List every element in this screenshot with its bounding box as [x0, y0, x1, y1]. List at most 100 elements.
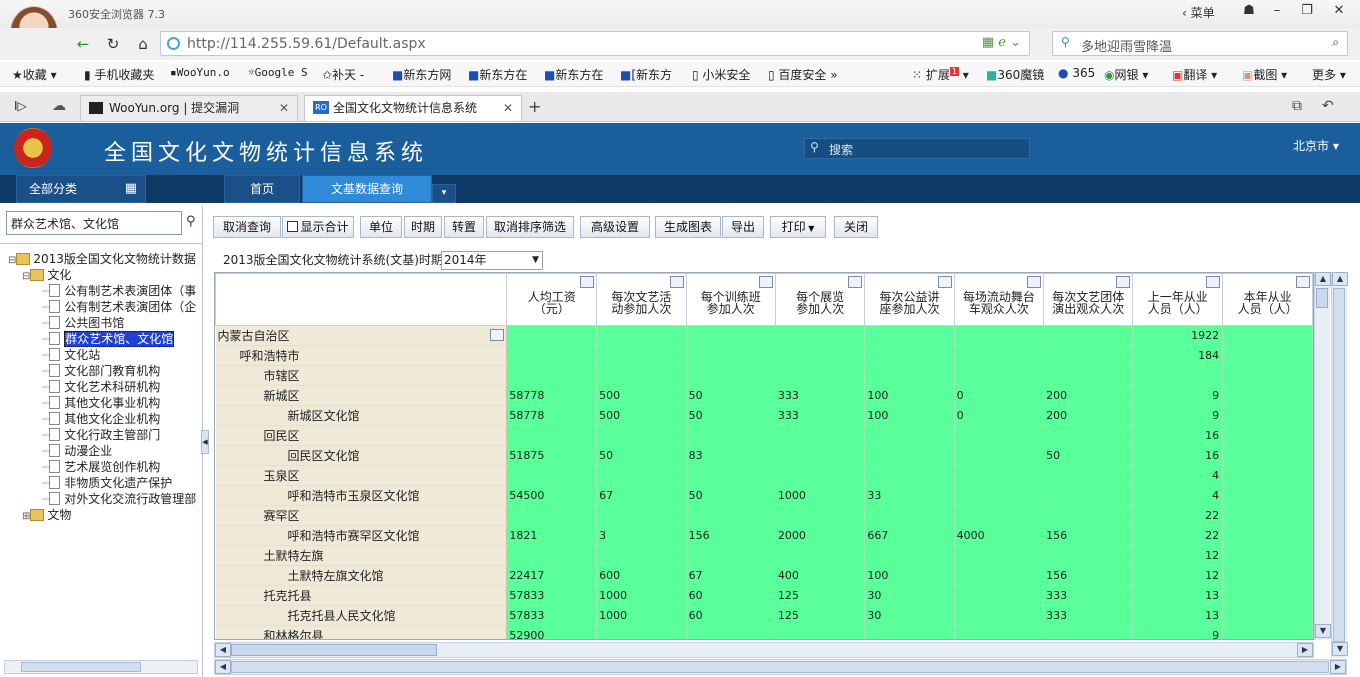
column-filter-icon[interactable]: [758, 276, 773, 288]
cancel-sort-filter-button[interactable]: 取消排序筛选: [486, 216, 574, 238]
column-filter-icon[interactable]: [848, 276, 863, 288]
table-row[interactable]: 新城区 58778 500 50 333 100 0 200 9: [215, 385, 1313, 406]
column-filter-icon[interactable]: [1116, 276, 1131, 288]
sidebar-toggle-icon[interactable]: I▷: [14, 99, 27, 113]
all-categories-button[interactable]: 全部分类 ▦: [16, 175, 146, 203]
screenshot-tool[interactable]: ▣截图 ▾: [1242, 66, 1287, 83]
period-button[interactable]: 时期: [404, 216, 442, 238]
column-header[interactable]: 每次公益讲 座参加人次: [864, 273, 955, 326]
tab-wooyun[interactable]: WooYun.org | 提交漏洞 ✕: [80, 95, 298, 121]
column-filter-icon[interactable]: [1027, 276, 1042, 288]
close-tab-icon[interactable]: ✕: [503, 96, 513, 120]
nav-home[interactable]: 首页: [224, 175, 300, 203]
search-icon[interactable]: ⌕: [1332, 35, 1339, 50]
tree-leaf-node[interactable]: ┄ 对外文化交流行政管理部: [42, 490, 203, 507]
bookmark-xdf-4[interactable]: ■[新东方: [620, 66, 672, 83]
tree-leaf-node[interactable]: ┄ 其他文化企业机构: [42, 410, 203, 427]
column-filter-icon[interactable]: [1296, 276, 1310, 288]
home-icon[interactable]: ⌂: [130, 32, 156, 56]
table-row[interactable]: 呼和浩特市 184: [215, 345, 1313, 366]
compat-mode-icon[interactable]: ▦ ℯ ⌄: [982, 35, 1021, 50]
tree-leaf-node[interactable]: ┄ 公有制艺术表演团体（企: [42, 298, 203, 315]
scroll-right-icon[interactable]: ▶: [1297, 643, 1313, 657]
table-row[interactable]: 玉泉区 4: [215, 465, 1313, 486]
scroll-up-icon[interactable]: ▲: [1332, 272, 1348, 286]
tree-leaf-node[interactable]: ┄ 非物质文化遗产保护: [42, 474, 203, 491]
tab-stats-system[interactable]: RO 全国文化文物统计信息系统 ✕: [304, 95, 522, 121]
column-header[interactable]: 本年从业 人员（人）: [1222, 273, 1313, 326]
scroll-thumb[interactable]: [21, 662, 141, 672]
bookmark-mobile[interactable]: ▮ 手机收藏夹: [84, 66, 154, 83]
mirror-tool[interactable]: ■360魔镜: [986, 66, 1044, 83]
nav-dropdown-icon[interactable]: ▾: [432, 184, 456, 203]
export-button[interactable]: 导出: [722, 216, 764, 238]
tree-folder-node[interactable]: ⊟ 文化: [22, 266, 203, 283]
expand-toggle-icon[interactable]: ⊞: [22, 511, 30, 522]
tree-folder-node[interactable]: ⊞ 文物: [22, 506, 203, 523]
tree-leaf-node[interactable]: ┄ 动漫企业: [42, 442, 203, 459]
bookmark-xdf-1[interactable]: ■新东方网: [392, 66, 451, 83]
tab-restore-icon[interactable]: ⧉: [1292, 98, 1302, 114]
generate-chart-button[interactable]: 生成图表: [655, 216, 721, 238]
table-row[interactable]: 呼和浩特市赛罕区文化馆 1821 3 156 2000 667 4000 156 22: [215, 525, 1313, 546]
transpose-button[interactable]: 转置: [444, 216, 484, 238]
bookmark-mi-security[interactable]: ▯ 小米安全: [692, 66, 750, 83]
year-select[interactable]: 2014年 ▼: [441, 251, 543, 270]
bookmark-favorites[interactable]: ★收藏 ▾: [12, 66, 57, 83]
table-row[interactable]: 托克托县人民文化馆 57833 1000 60 125 30 333 13: [215, 605, 1313, 626]
close-button[interactable]: 关闭: [834, 216, 878, 238]
bookmark-wooyun[interactable]: ▪WooYun.o: [170, 66, 230, 79]
advanced-settings-button[interactable]: 高级设置: [580, 216, 650, 238]
tree-leaf-node[interactable]: ┄ 文化站: [42, 346, 203, 363]
browser-search-input[interactable]: ⚲ 多地迎雨雪降温 ⌕: [1052, 31, 1348, 56]
table-row[interactable]: 内蒙古自治区 1922: [215, 325, 1313, 346]
skin-icon[interactable]: ☗: [1234, 0, 1264, 22]
scroll-down-icon[interactable]: ▼: [1315, 624, 1331, 638]
tree-leaf-node[interactable]: ┄ 公共图书馆: [42, 314, 203, 331]
minimize-button[interactable]: –: [1262, 0, 1292, 22]
row-filter-icon[interactable]: [490, 329, 505, 341]
table-row[interactable]: 市辖区: [215, 365, 1313, 386]
tool-365[interactable]: ● 365: [1058, 66, 1095, 80]
region-selector[interactable]: 北京市 ▾: [1293, 137, 1339, 154]
search-engine-icon[interactable]: ⚲: [1061, 35, 1070, 49]
table-row[interactable]: 新城区文化馆 58778 500 50 333 100 0 200 9: [215, 405, 1313, 426]
page-vscrollbar[interactable]: ▲ ▼: [1331, 272, 1348, 658]
online-banking-tool[interactable]: ◉网银 ▾: [1104, 66, 1148, 83]
column-header[interactable]: 人均工资 （元）: [506, 273, 598, 326]
scroll-right-icon[interactable]: ▶: [1330, 660, 1346, 674]
bookmark-butian[interactable]: ✩补天 -: [322, 66, 364, 83]
scroll-left-icon[interactable]: ◀: [215, 660, 231, 674]
grid-vscrollbar[interactable]: ▲ ▼: [1314, 272, 1331, 640]
table-row[interactable]: 回民区文化馆 51875 50 83 50 16: [215, 445, 1313, 466]
category-filter-input[interactable]: 群众艺术馆、文化馆: [6, 211, 182, 235]
scroll-left-icon[interactable]: ◀: [215, 643, 231, 657]
bookmark-xdf-3[interactable]: ■新东方在: [544, 66, 603, 83]
expand-toggle-icon[interactable]: ⊟: [22, 271, 30, 282]
undo-close-icon[interactable]: ↶: [1322, 98, 1334, 114]
expand-toggle-icon[interactable]: ⊟: [8, 255, 16, 266]
unit-button[interactable]: 单位: [360, 216, 402, 238]
close-tab-icon[interactable]: ✕: [279, 96, 289, 120]
table-row[interactable]: 土默特左旗文化馆 22417 600 67 400 100 156 12: [215, 565, 1313, 586]
tree-leaf-node[interactable]: ┄ 艺术展览创作机构: [42, 458, 203, 475]
tree-leaf-node[interactable]: ┄ 公有制艺术表演团体（事: [42, 282, 203, 299]
left-hscrollbar[interactable]: [4, 660, 198, 674]
more-tools[interactable]: 更多 ▾: [1312, 66, 1346, 83]
bookmark-google[interactable]: ☼Google S: [248, 66, 308, 79]
column-header[interactable]: 上一年从业 人员（人）: [1132, 273, 1224, 326]
scroll-down-icon[interactable]: ▼: [1332, 642, 1348, 656]
tree-leaf-node[interactable]: ┄ 群众艺术馆、文化馆: [42, 330, 203, 347]
scroll-thumb[interactable]: [231, 661, 1329, 673]
url-bar[interactable]: http://114.255.59.61/Default.aspx ▦ ℯ ⌄: [160, 31, 1030, 56]
column-header[interactable]: 每次文艺团体 演出观众人次: [1043, 273, 1134, 326]
close-window-button[interactable]: ✕: [1324, 0, 1354, 22]
refresh-icon[interactable]: ↻: [100, 32, 126, 56]
back-icon[interactable]: ←: [70, 32, 96, 56]
tree-leaf-node[interactable]: ┄ 文化艺术科研机构: [42, 378, 203, 395]
menu-button[interactable]: ‹ 菜单: [1182, 4, 1215, 21]
scroll-up-icon[interactable]: ▲: [1315, 272, 1331, 286]
tree-leaf-node[interactable]: ┄ 文化行政主管部门: [42, 426, 203, 443]
page-hscrollbar[interactable]: ◀ ▶: [214, 659, 1347, 675]
tree-leaf-node[interactable]: ┄ 其他文化事业机构: [42, 394, 203, 411]
